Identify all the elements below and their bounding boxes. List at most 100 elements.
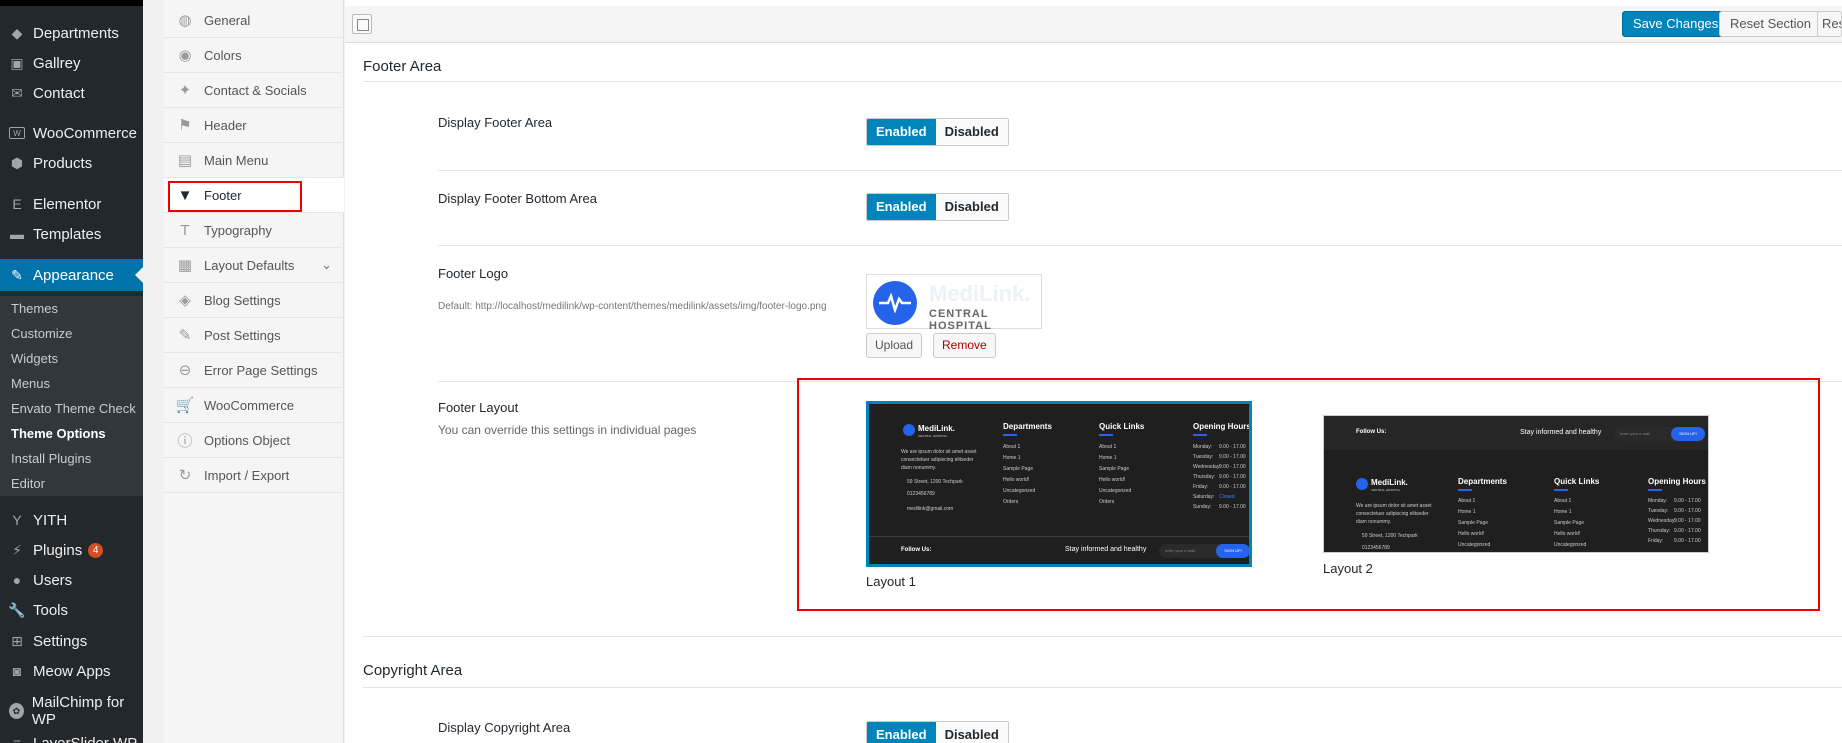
nav-error-page-settings[interactable]: ⊖ Error Page Settings bbox=[164, 353, 344, 388]
book-icon: ▤ bbox=[177, 152, 193, 169]
disabled-button[interactable]: Disabled bbox=[935, 119, 1008, 145]
menu-elementor[interactable]: Ε Elementor bbox=[0, 190, 143, 218]
nav-typography[interactable]: T Typography bbox=[164, 213, 344, 248]
nav-colors[interactable]: ◉ Colors bbox=[164, 38, 344, 73]
submenu-install-plugins[interactable]: Install Plugins bbox=[0, 446, 143, 471]
menu-settings[interactable]: ⊞ Settings bbox=[0, 627, 143, 655]
menu-woocommerce[interactable]: W WooCommerce bbox=[0, 119, 143, 147]
menu-appearance[interactable]: ✎ Appearance bbox=[0, 259, 143, 291]
display-copyright-toggle: Enabled Disabled bbox=[866, 721, 1009, 743]
minus-circle-icon: ⊖ bbox=[178, 362, 192, 379]
menu-departments[interactable]: ◆ Departments bbox=[0, 19, 143, 47]
submenu-theme-options[interactable]: Theme Options bbox=[0, 421, 143, 446]
nav-post-settings[interactable]: ✎ Post Settings bbox=[164, 318, 344, 353]
remove-button[interactable]: Remove bbox=[933, 333, 996, 358]
display-footer-area-toggle: Enabled Disabled bbox=[866, 118, 1009, 146]
theme-options-nav: ◍ General ◉ Colors ✦ Contact & Socials ⚑ Hea… bbox=[164, 0, 344, 743]
elementor-icon: Ε bbox=[12, 196, 22, 212]
submenu-editor[interactable]: Editor bbox=[0, 471, 143, 496]
menu-plugins[interactable]: ⚡ Plugins 4 bbox=[0, 536, 143, 564]
globe-icon: ◍ bbox=[178, 12, 192, 29]
footer-logo-label: Footer Logo bbox=[438, 266, 509, 281]
menu-tools[interactable]: 🔧 Tools bbox=[0, 596, 143, 624]
settings-icon: ⊞ bbox=[11, 632, 23, 649]
reset-all-button[interactable]: Reset All bbox=[1817, 11, 1842, 37]
twitter-icon: ✦ bbox=[178, 82, 192, 99]
enabled-button[interactable]: Enabled bbox=[867, 119, 936, 145]
folder-icon: ▬ bbox=[10, 226, 24, 242]
submenu-themes[interactable]: Themes bbox=[0, 296, 143, 321]
plugins-update-badge: 4 bbox=[88, 542, 104, 558]
save-changes-button[interactable]: Save Changes bbox=[1622, 11, 1730, 37]
plugin-icon: ⚡ bbox=[12, 541, 22, 558]
menu-templates[interactable]: ▬ Templates bbox=[0, 220, 143, 248]
camera-icon: ◙ bbox=[12, 663, 22, 679]
options-main-panel: Save Changes Reset Section Reset All Foo… bbox=[345, 0, 1842, 743]
logo-subtitle: CENTRAL HOSPITAL bbox=[929, 308, 992, 332]
mailchimp-icon: ✿ bbox=[9, 703, 24, 719]
menu-yith[interactable]: Y YITH bbox=[0, 506, 143, 534]
wrench-icon: 🔧 bbox=[8, 601, 26, 618]
divider bbox=[438, 170, 1842, 171]
gallery-icon: ▣ bbox=[10, 54, 24, 71]
flag-icon: ⚑ bbox=[178, 117, 192, 134]
display-copyright-label: Display Copyright Area bbox=[438, 720, 571, 735]
reset-section-button[interactable]: Reset Section bbox=[1719, 11, 1822, 37]
nav-blog-settings[interactable]: ◈ Blog Settings bbox=[164, 283, 344, 318]
nav-header[interactable]: ⚑ Header bbox=[164, 108, 344, 143]
footer-logo-preview: MediLink. CENTRAL HOSPITAL bbox=[866, 274, 1042, 332]
nav-woocommerce[interactable]: 🛒 WooCommerce bbox=[164, 388, 344, 423]
woo-icon: W bbox=[9, 127, 25, 139]
info-icon: ⓘ bbox=[177, 432, 193, 450]
submenu-envato-theme-check[interactable]: Envato Theme Check bbox=[0, 396, 143, 421]
mail-icon: ✉ bbox=[11, 84, 23, 101]
box-icon: ⬢ bbox=[10, 154, 24, 171]
options-toolbar: Save Changes Reset Section Reset All bbox=[345, 6, 1842, 43]
submenu-customize[interactable]: Customize bbox=[0, 321, 143, 346]
divider bbox=[363, 636, 1842, 637]
enabled-button[interactable]: Enabled bbox=[867, 722, 936, 743]
divider bbox=[438, 245, 1842, 246]
admin-top-strip bbox=[0, 0, 143, 6]
enabled-button[interactable]: Enabled bbox=[867, 194, 936, 220]
nav-general[interactable]: ◍ General bbox=[164, 3, 344, 38]
display-footer-bottom-label: Display Footer Bottom Area bbox=[438, 191, 597, 206]
nav-import-export[interactable]: ↻ Import / Export bbox=[164, 458, 344, 493]
disabled-button[interactable]: Disabled bbox=[935, 722, 1008, 743]
nav-layout-defaults[interactable]: ▦ Layout Defaults ⌄ bbox=[164, 248, 344, 283]
nav-contact-socials[interactable]: ✦ Contact & Socials bbox=[164, 73, 344, 108]
menu-gallrey[interactable]: ▣ Gallrey bbox=[0, 49, 143, 77]
expand-panel-icon[interactable] bbox=[352, 14, 372, 34]
chevron-down-icon[interactable]: ⌄ bbox=[321, 257, 332, 273]
nav-main-menu[interactable]: ▤ Main Menu bbox=[164, 143, 344, 178]
submenu-menus[interactable]: Menus bbox=[0, 371, 143, 396]
display-footer-area-label: Display Footer Area bbox=[438, 115, 553, 130]
yith-icon: Y bbox=[12, 512, 22, 528]
disabled-button[interactable]: Disabled bbox=[935, 194, 1008, 220]
eye-icon: ◉ bbox=[178, 47, 192, 64]
divider bbox=[363, 81, 1842, 82]
menu-products[interactable]: ⬢ Products bbox=[0, 149, 143, 177]
footer-layout-description: You can override this settings in indivi… bbox=[438, 423, 697, 437]
layers-icon: ≡ bbox=[12, 735, 22, 743]
divider bbox=[363, 687, 1842, 688]
menu-layerslider[interactable]: ≡ LayerSlider WP bbox=[0, 729, 143, 743]
heartbeat-icon bbox=[873, 281, 917, 325]
menu-users[interactable]: ● Users bbox=[0, 566, 143, 594]
footer-area-title: Footer Area bbox=[363, 58, 442, 75]
cart-icon: 🛒 bbox=[175, 397, 195, 414]
menu-meow-apps[interactable]: ◙ Meow Apps bbox=[0, 657, 143, 685]
menu-mailchimp[interactable]: ✿ MailChimp for WP bbox=[0, 694, 143, 728]
refresh-icon: ↻ bbox=[178, 467, 192, 484]
footer-layout-label: Footer Layout bbox=[438, 400, 519, 415]
footer-logo-default-path: Default: http://localhost/medilink/wp-co… bbox=[438, 301, 827, 312]
appearance-submenu: Themes Customize Widgets Menus Envato Th… bbox=[0, 296, 143, 496]
upload-button[interactable]: Upload bbox=[866, 333, 923, 358]
copyright-area-title: Copyright Area bbox=[363, 662, 463, 679]
footer-layout-highlight-box bbox=[797, 378, 1820, 611]
nav-options-object[interactable]: ⓘ Options Object bbox=[164, 423, 344, 458]
footer-highlight-box bbox=[168, 181, 302, 212]
user-icon: ● bbox=[12, 572, 22, 588]
submenu-widgets[interactable]: Widgets bbox=[0, 346, 143, 371]
menu-contact[interactable]: ✉ Contact bbox=[0, 79, 143, 107]
